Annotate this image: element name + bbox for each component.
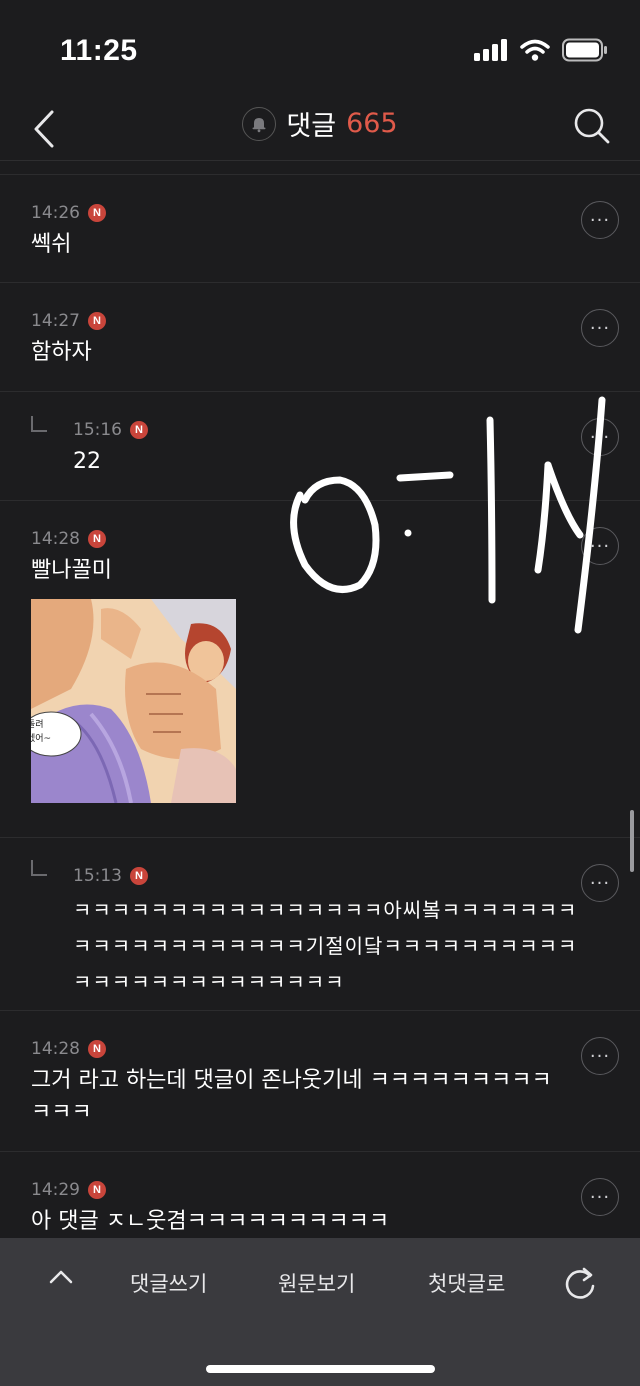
comment-time: 15:13 [73,866,122,886]
search-icon [574,108,610,144]
new-badge: N [88,530,106,548]
comment-time: 14:28 [31,529,80,549]
comment-text: 22 [73,449,101,474]
new-badge: N [88,1181,106,1199]
comment-item: 14:28 N 그거 라고 하는데 댓글이 존나웃기네 ㅋㅋㅋㅋㅋㅋㅋㅋㅋㅋㅋㅋ… [0,1011,640,1152]
comment-text: 아 댓글 ㅈㄴ웃겸ㅋㅋㅋㅋㅋㅋㅋㅋㅋㅋ [31,1209,390,1234]
more-options-button[interactable]: ··· [581,201,619,239]
more-options-button[interactable]: ··· [581,1178,619,1216]
comment-text: ㅋㅋㅋㅋㅋㅋㅋㅋㅋㅋㅋㅋㅋㅋㅋㅋ아씨봌ㅋㅋㅋㅋㅋㅋㅋㅋㅋㅋㅋㅋㅋㅋㅋㅋㅋㅋㅋ기절… [73,898,578,994]
first-comment-button[interactable]: 첫댓글로 [428,1268,505,1298]
more-options-button[interactable]: ··· [581,418,619,456]
refresh-icon [565,1267,595,1299]
status-bar: 11:25 [0,0,640,96]
refresh-button[interactable] [560,1264,600,1309]
header: 댓글 665 [0,96,640,161]
comment-time: 15:16 [73,420,122,440]
reply-indicator-icon [31,860,47,876]
view-original-button[interactable]: 원문보기 [278,1268,355,1298]
wifi-icon [520,39,550,61]
comment-image[interactable]: 돌려 겠어~ [31,599,236,803]
comment-time: 14:27 [31,311,80,331]
bottom-toolbar: 댓글쓰기 원문보기 첫댓글로 [0,1238,640,1386]
chevron-up-icon [49,1270,73,1284]
comment-text: 빨나꼴미 [31,558,112,583]
home-indicator[interactable] [206,1365,435,1373]
comment-meta: 14:28 N [31,529,106,549]
speech-bubble-text: 돌려 [31,719,44,730]
reply-item: 15:13 N ㅋㅋㅋㅋㅋㅋㅋㅋㅋㅋㅋㅋㅋㅋㅋㅋ아씨봌ㅋㅋㅋㅋㅋㅋㅋㅋㅋㅋㅋㅋㅋ… [0,838,640,1011]
comment-item: 14:29 N 아 댓글 ㅈㄴ웃겸ㅋㅋㅋㅋㅋㅋㅋㅋㅋㅋ ··· [0,1152,640,1238]
reply-indicator-icon [31,416,47,432]
signal-icon [474,39,507,61]
status-time: 11:25 [60,34,138,67]
battery-icon [562,38,607,62]
more-options-button[interactable]: ··· [581,864,619,902]
new-badge: N [88,1040,106,1058]
more-options-button[interactable]: ··· [581,309,619,347]
reply-item: 15:16 N 22 ··· [0,392,640,501]
comment-item: 14:27 N 함하자 ··· [0,283,640,392]
new-badge: N [130,867,148,885]
comment-meta: 14:26 N [31,203,106,223]
comment-item: 14:26 N 쎅쉬 ··· [0,175,640,283]
more-options-button[interactable]: ··· [581,527,619,565]
comment-text: 함하자 [31,340,92,365]
more-options-button[interactable]: ··· [581,1037,619,1075]
comment-meta: 14:27 N [31,311,106,331]
list-divider [0,160,640,175]
comment-text: 그거 라고 하는데 댓글이 존나웃기네 ㅋㅋㅋㅋㅋㅋㅋㅋㅋㅋㅋㅋ [31,1068,552,1125]
status-icons [474,38,608,62]
scroll-top-button[interactable] [46,1262,76,1297]
new-badge: N [88,312,106,330]
comment-meta: 14:28 N [31,1039,106,1059]
svg-text:겠어~: 겠어~ [31,733,51,744]
comment-count: 665 [346,108,398,139]
new-badge: N [88,204,106,222]
comment-time: 14:26 [31,203,80,223]
new-badge: N [130,421,148,439]
manga-illustration: 돌려 겠어~ [31,599,236,803]
comment-item: 14:28 N 빨나꼴미 ··· 돌려 겠어~ [0,501,640,838]
scrollbar[interactable] [630,810,634,872]
comment-list[interactable]: 14:26 N 쎅쉬 ··· 14:27 N 함하자 ··· 15:16 N 2… [0,160,640,1238]
write-comment-button[interactable]: 댓글쓰기 [130,1268,207,1298]
header-title: 댓글 665 [0,104,640,143]
comment-meta: 15:16 N [73,420,148,440]
page-title: 댓글 [286,111,337,142]
comment-text: 쎅쉬 [31,232,72,257]
search-button[interactable] [570,104,614,148]
comment-meta: 14:29 N [31,1180,106,1200]
comment-time: 14:29 [31,1180,80,1200]
comment-meta: 15:13 N [73,866,148,886]
comment-time: 14:28 [31,1039,80,1059]
bell-icon[interactable] [242,106,277,141]
